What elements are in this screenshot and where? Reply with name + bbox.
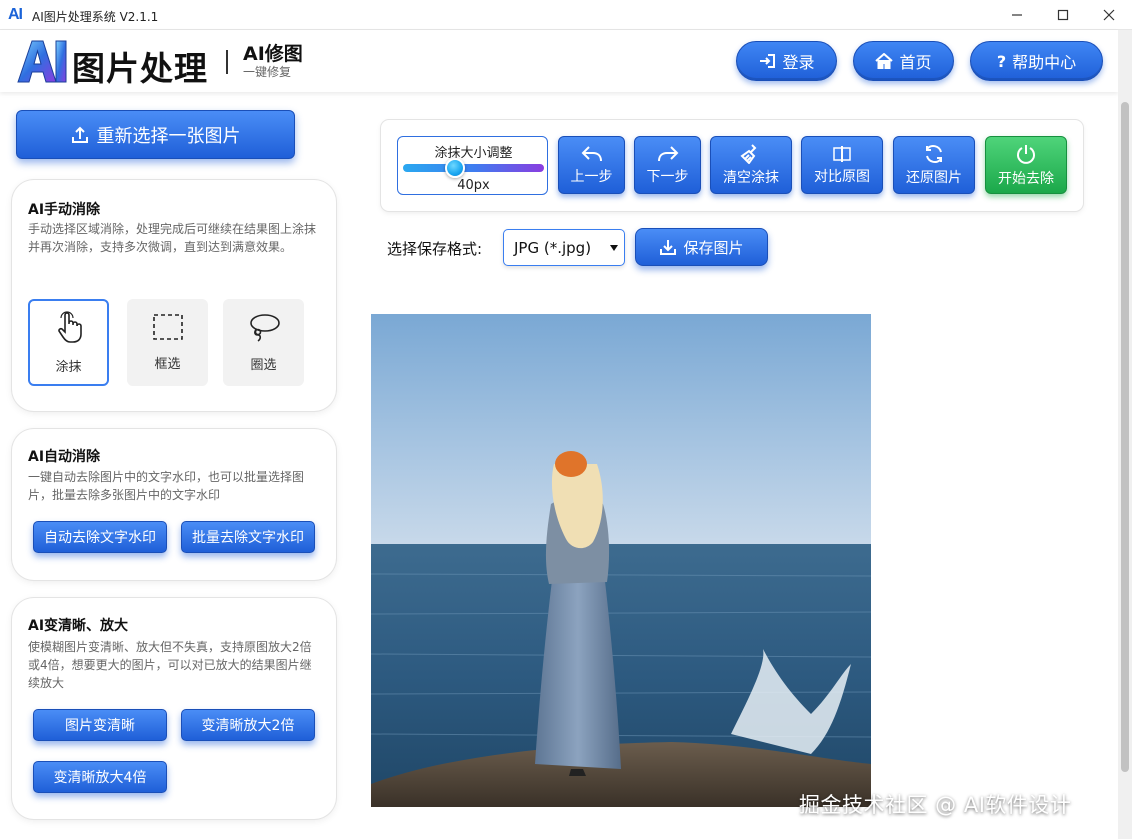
redo-button[interactable]: 下一步 [634, 136, 701, 194]
brand-title: 图片处理 [72, 49, 208, 88]
manual-removal-card: AI手动消除 手动选择区域消除，处理完成后可继续在结果图上涂抹并再次消除，支持多… [12, 180, 336, 411]
tool-lasso[interactable]: 圈选 [223, 299, 304, 386]
login-button[interactable]: 登录 [736, 41, 837, 81]
download-icon [660, 240, 677, 255]
auto-removal-title: AI自动消除 [28, 449, 101, 465]
power-icon [1017, 144, 1035, 164]
tool-rect-select[interactable]: 框选 [127, 299, 208, 386]
scrollbar-thumb[interactable] [1121, 102, 1129, 772]
login-label: 登录 [782, 53, 815, 72]
home-button[interactable]: 首页 [853, 41, 954, 81]
save-image-button[interactable]: 保存图片 [635, 228, 768, 266]
brush-size-slider[interactable]: 涂抹大小调整 40px [397, 136, 548, 195]
chevron-down-icon [610, 245, 618, 251]
compare-original-label: 对比原图 [814, 168, 870, 185]
upscale-4x-button[interactable]: 变清晰放大4倍 [33, 761, 167, 793]
brand-tagline: 一键修复 [243, 65, 292, 79]
compare-original-button[interactable]: 对比原图 [801, 136, 883, 194]
help-center-label: 帮助中心 [1012, 53, 1077, 72]
refresh-icon [926, 144, 942, 163]
ai-logo-icon [17, 40, 67, 83]
undo-label: 上一步 [570, 168, 613, 185]
brand-divider [226, 50, 228, 74]
reselect-label: 重新选择一张图片 [96, 125, 241, 147]
tool-lasso-label: 圈选 [250, 358, 277, 373]
upload-icon [71, 126, 88, 143]
maximize-icon [1057, 9, 1069, 21]
close-icon [1103, 9, 1115, 21]
restore-image-button[interactable]: 还原图片 [893, 136, 975, 194]
brush-size-label: 涂抹大小调整 [434, 146, 513, 161]
slider-handle[interactable] [445, 158, 466, 178]
edit-toolbar: 涂抹大小调整 40px 上一步 下一步 清空涂抹 对比原图 还原图片 开始去除 [381, 120, 1083, 211]
clear-smear-label: 清空涂抹 [723, 169, 779, 186]
broom-icon [740, 143, 757, 164]
vertical-scrollbar[interactable] [1118, 30, 1132, 839]
reselect-image-button[interactable]: 重新选择一张图片 [16, 110, 295, 159]
home-icon [875, 53, 894, 69]
minimize-icon [1012, 14, 1022, 16]
tool-rect-select-label: 框选 [154, 357, 181, 372]
maximize-button[interactable] [1040, 0, 1086, 30]
minimize-button[interactable] [994, 0, 1040, 30]
save-format-select[interactable]: JPG (*.jpg) [503, 229, 625, 266]
lasso-icon [249, 314, 280, 342]
auto-removal-card: AI自动消除 一键自动去除图片中的文字水印，也可以批量选择图片，批量去除多张图片… [12, 429, 336, 580]
start-removal-button[interactable]: 开始去除 [985, 136, 1067, 194]
redo-icon [657, 145, 678, 161]
manual-removal-description: 手动选择区域消除，处理完成后可继续在结果图上涂抹并再次消除，支持多次微调，直到达… [28, 222, 317, 254]
upscale-2x-button[interactable]: 变清晰放大2倍 [181, 709, 315, 741]
tool-smear-label: 涂抹 [55, 360, 82, 375]
app-icon: AI [8, 6, 23, 23]
enhance-card: AI变清晰、放大 使模糊图片变清晰、放大但不失真，支持原图放大2倍或4倍，想要更… [12, 598, 336, 819]
title-bar: AI AI图片处理系统 V2.1.1 [0, 0, 1132, 30]
save-image-label: 保存图片 [683, 238, 744, 257]
question-icon: ? [996, 51, 1007, 71]
watermark-text: 掘金技术社区 @ AI软件设计 [799, 793, 1072, 817]
brush-size-value: 40px [457, 178, 490, 193]
window-title: AI图片处理系统 V2.1.1 [32, 10, 159, 24]
enhance-title: AI变清晰、放大 [28, 618, 129, 634]
preview-image[interactable] [371, 314, 871, 807]
auto-removal-description: 一键自动去除图片中的文字水印，也可以批量选择图片，批量去除多张图片中的文字水印 [28, 470, 305, 502]
close-button[interactable] [1086, 0, 1132, 30]
slider-track[interactable] [403, 164, 544, 172]
save-format-label: 选择保存格式: [387, 240, 483, 258]
start-removal-label: 开始去除 [998, 170, 1054, 187]
batch-remove-watermark-button[interactable]: 批量去除文字水印 [181, 521, 315, 553]
enhance-description: 使模糊图片变清晰、放大但不失真，支持原图放大2倍或4倍，想要更大的图片，可以对已… [28, 640, 312, 690]
manual-removal-title: AI手动消除 [28, 202, 101, 218]
dashed-rect-icon [152, 314, 183, 340]
hand-pointer-icon [57, 311, 82, 343]
undo-icon [581, 145, 602, 161]
brand-subtitle: AI修图 [243, 43, 303, 65]
compare-icon [833, 145, 851, 162]
home-label: 首页 [899, 53, 932, 72]
save-format-value: JPG (*.jpg) [514, 238, 592, 257]
restore-image-label: 还原图片 [906, 169, 962, 186]
help-center-button[interactable]: ? 帮助中心 [970, 41, 1103, 81]
login-icon [760, 54, 776, 68]
undo-button[interactable]: 上一步 [558, 136, 625, 194]
sharpen-button[interactable]: 图片变清晰 [33, 709, 167, 741]
auto-remove-watermark-button[interactable]: 自动去除文字水印 [33, 521, 167, 553]
tool-smear[interactable]: 涂抹 [28, 299, 109, 386]
app-header: 图片处理 AI修图 一键修复 登录 首页 ? 帮助中心 [0, 30, 1118, 92]
redo-label: 下一步 [646, 168, 689, 185]
clear-smear-button[interactable]: 清空涂抹 [710, 136, 792, 194]
